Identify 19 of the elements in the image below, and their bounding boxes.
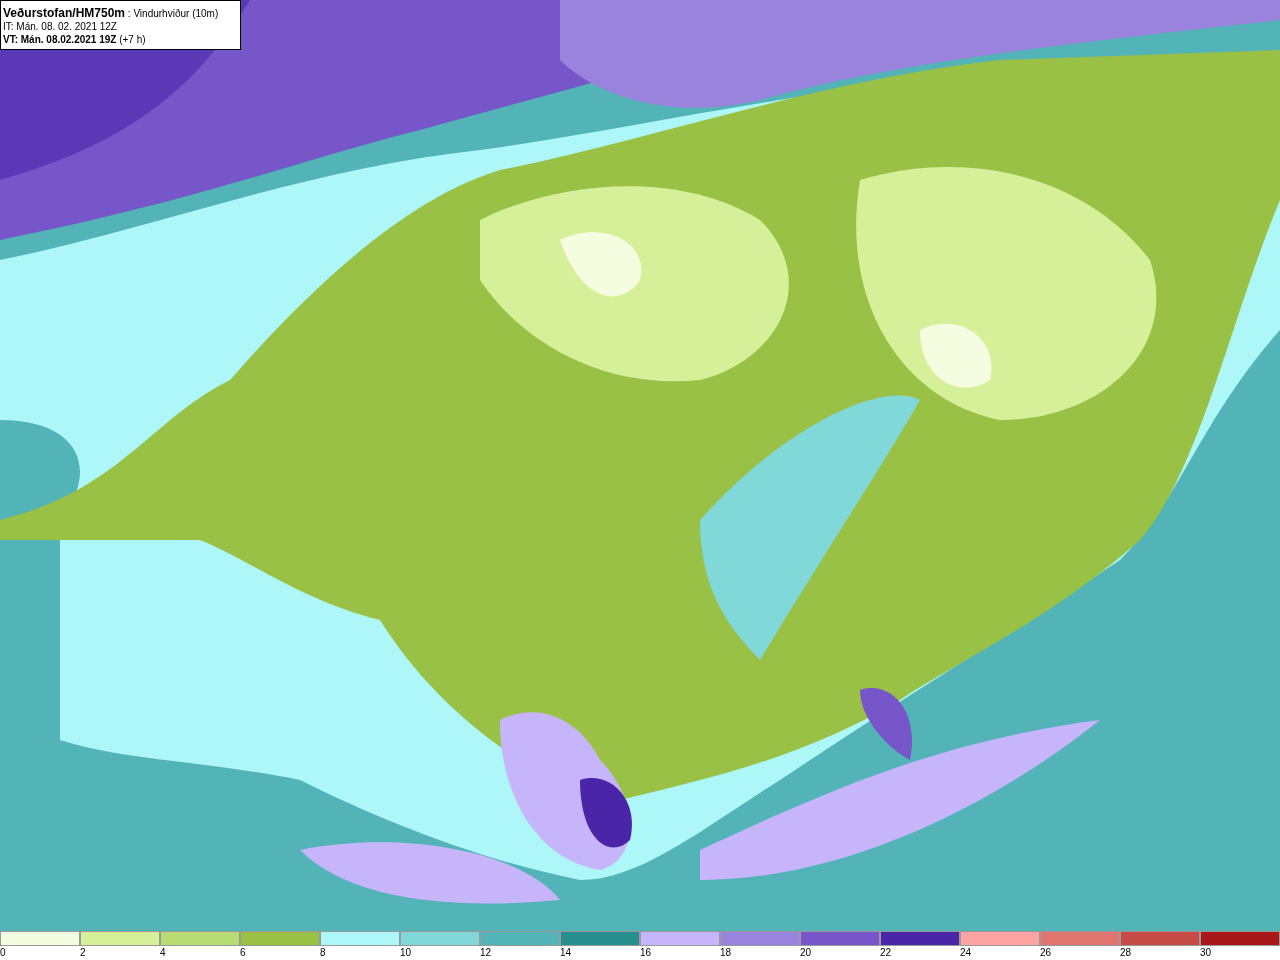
issue-time: IT: Mán. 08. 02. 2021 12Z	[3, 20, 118, 33]
legend-label: 14	[560, 946, 572, 960]
legend-label: 8	[320, 946, 326, 960]
legend-label: 20	[800, 946, 812, 960]
legend-label: 30	[1200, 946, 1212, 960]
legend-label: 2	[80, 946, 86, 960]
legend-label: 16	[640, 946, 652, 960]
legend-label: 0	[0, 946, 6, 960]
legend-label: 28	[1120, 946, 1132, 960]
legend-label: 22	[880, 946, 892, 960]
legend-label: 24	[960, 946, 972, 960]
valid-time: VT: Mán. 08.02.2021 19Z (+7 h)	[3, 33, 147, 46]
map-title: Veðurstofan/HM750m : Vindurhviður (10m)	[3, 7, 220, 20]
legend-label: 10	[400, 946, 412, 960]
legend-label: 12	[480, 946, 492, 960]
legend-label: 18	[720, 946, 732, 960]
legend-label: 4	[160, 946, 166, 960]
legend-label: 6	[240, 946, 246, 960]
legend-label: 26	[1040, 946, 1052, 960]
